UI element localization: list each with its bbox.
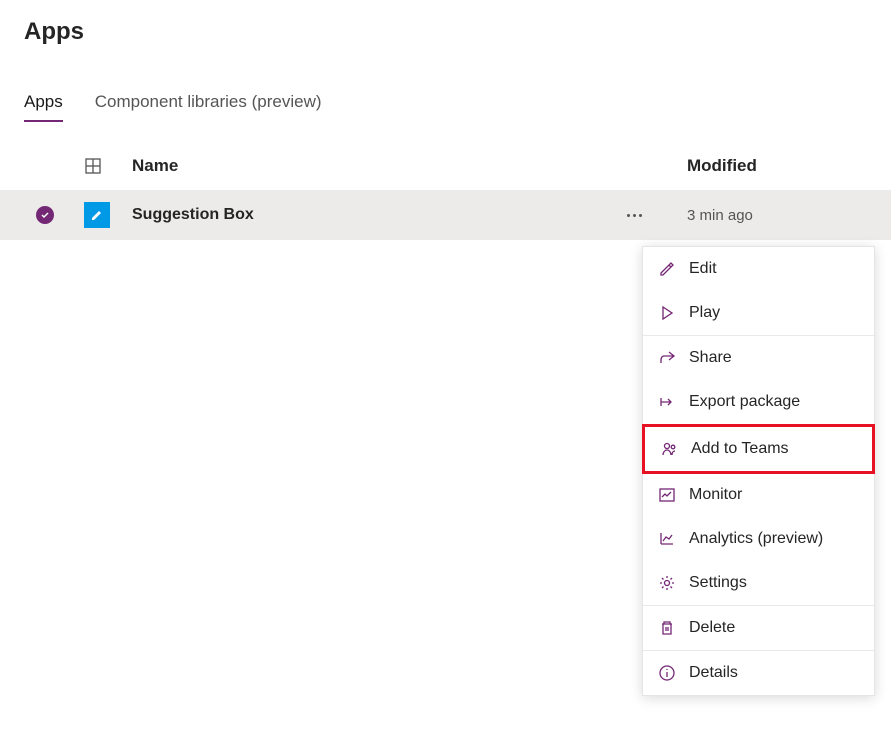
play-icon [657,303,677,323]
share-icon [657,348,677,368]
table-row[interactable]: Suggestion Box 3 min ago [0,190,891,240]
col-modified-header[interactable]: Modified [687,156,867,176]
ellipsis-icon [627,214,642,217]
delete-icon [657,618,677,638]
menu-item-delete[interactable]: Delete [643,606,874,651]
settings-icon [657,573,677,593]
tab-apps[interactable]: Apps [24,84,63,122]
menu-item-label: Delete [689,619,735,637]
menu-item-label: Play [689,304,720,322]
menu-item-label: Details [689,664,738,682]
menu-item-label: Export package [689,393,800,411]
edit-icon [657,259,677,279]
grid-view-icon[interactable] [84,157,132,175]
menu-item-label: Add to Teams [691,440,789,458]
menu-item-export[interactable]: Export package [643,380,874,425]
row-select[interactable] [24,206,84,224]
menu-item-monitor[interactable]: Monitor [643,473,874,517]
menu-item-share[interactable]: Share [643,336,874,380]
menu-item-add-to-teams[interactable]: Add to Teams [642,424,875,474]
analytics-icon [657,529,677,549]
more-actions-button[interactable] [627,214,687,217]
tab-component-libraries[interactable]: Component libraries (preview) [95,84,322,122]
tabs: Apps Component libraries (preview) [0,84,891,122]
menu-item-label: Analytics (preview) [689,530,823,548]
menu-item-settings[interactable]: Settings [643,561,874,606]
menu-item-analytics[interactable]: Analytics (preview) [643,517,874,561]
menu-item-label: Settings [689,574,747,592]
app-icon [84,202,132,228]
menu-item-play[interactable]: Play [643,291,874,336]
col-name-header[interactable]: Name [132,156,627,176]
monitor-icon [657,485,677,505]
teams-icon [659,439,679,459]
app-name[interactable]: Suggestion Box [132,206,627,224]
menu-item-label: Monitor [689,486,742,504]
page-title: Apps [24,18,867,46]
menu-item-label: Edit [689,260,717,278]
menu-item-label: Share [689,349,732,367]
page-header: Apps [0,0,891,54]
table-header-row: Name Modified [0,122,891,190]
context-menu: Edit Play Share Export package Add to Te… [642,246,875,696]
modified-time: 3 min ago [687,207,867,224]
checkmark-icon [36,206,54,224]
details-icon [657,663,677,683]
export-icon [657,392,677,412]
menu-item-details[interactable]: Details [643,651,874,695]
menu-item-edit[interactable]: Edit [643,247,874,291]
